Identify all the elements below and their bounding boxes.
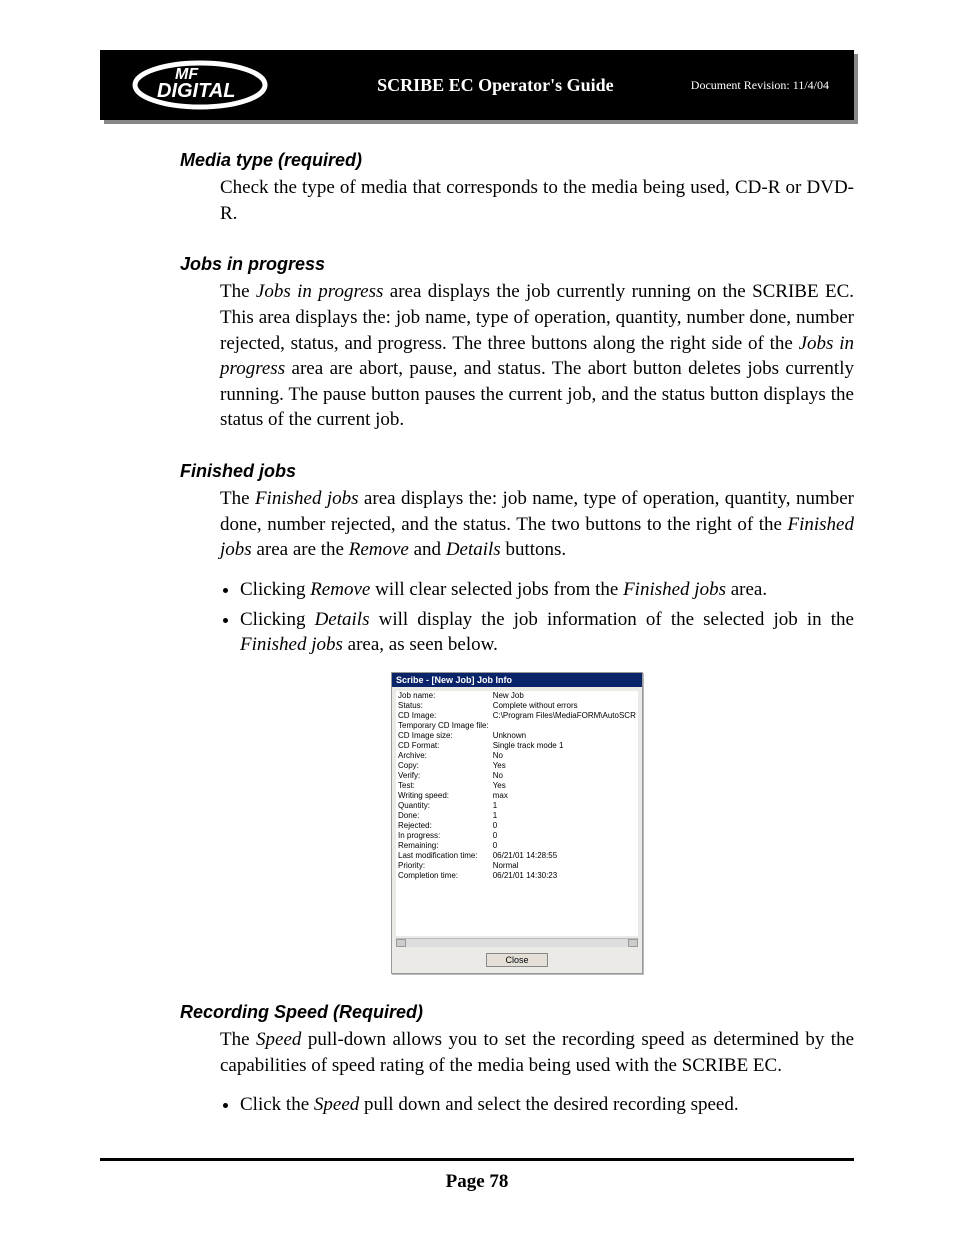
heading-media-type: Media type (required) bbox=[180, 150, 854, 171]
table-row: Archive:No bbox=[396, 751, 638, 761]
content: Media type (required) Check the type of … bbox=[100, 150, 854, 1118]
table-row: In progress:0 bbox=[396, 831, 638, 841]
table-row: Writing speed:max bbox=[396, 791, 638, 801]
table-row: Quantity:1 bbox=[396, 801, 638, 811]
table-row: Copy:Yes bbox=[396, 761, 638, 771]
list-item: Clicking Details will display the job in… bbox=[240, 607, 854, 658]
table-row: Done:1 bbox=[396, 811, 638, 821]
table-row: Last modification time:06/21/01 14:28:55 bbox=[396, 851, 638, 861]
page-number: Page 78 bbox=[100, 1171, 854, 1193]
header-bar: MF DIGITAL SCRIBE EC Operator's Guide Do… bbox=[100, 50, 854, 120]
table-row: Completion time:06/21/01 14:30:23 bbox=[396, 871, 638, 881]
job-info-dialog: Scribe - [New Job] Job Info Job name:New… bbox=[391, 672, 643, 974]
table-row: Rejected:0 bbox=[396, 821, 638, 831]
text-finished-jobs: The Finished jobs area displays the: job… bbox=[220, 486, 854, 563]
table-row: Job name:New Job bbox=[396, 691, 638, 701]
dialog-scrollbar[interactable] bbox=[396, 938, 638, 947]
dialog-title: Scribe - [New Job] Job Info bbox=[392, 673, 642, 687]
logo: MF DIGITAL bbox=[100, 57, 300, 113]
heading-recording-speed: Recording Speed (Required) bbox=[180, 1002, 854, 1023]
table-row: Priority:Normal bbox=[396, 861, 638, 871]
logo-text-bottom: DIGITAL bbox=[157, 80, 236, 102]
table-row: CD Image size:Unknown bbox=[396, 731, 638, 741]
table-row: Remaining:0 bbox=[396, 841, 638, 851]
page: MF DIGITAL SCRIBE EC Operator's Guide Do… bbox=[0, 0, 954, 1233]
footer-rule bbox=[100, 1158, 854, 1161]
heading-finished-jobs: Finished jobs bbox=[180, 461, 854, 482]
table-row: Test:Yes bbox=[396, 781, 638, 791]
text-recording-speed: The Speed pull-down allows you to set th… bbox=[220, 1027, 854, 1078]
doc-title: SCRIBE EC Operator's Guide bbox=[300, 75, 691, 96]
table-row: CD Format:Single track mode 1 bbox=[396, 741, 638, 751]
dialog-body: Job name:New JobStatus:Complete without … bbox=[392, 687, 642, 973]
text-media-type: Check the type of media that corresponds… bbox=[220, 175, 854, 226]
heading-jobs-in-progress: Jobs in progress bbox=[180, 254, 854, 275]
text-jobs-in-progress: The Jobs in progress area displays the j… bbox=[220, 279, 854, 433]
finished-jobs-bullets: Clicking Remove will clear selected jobs… bbox=[240, 577, 854, 658]
table-row: Verify:No bbox=[396, 771, 638, 781]
job-info-table: Job name:New JobStatus:Complete without … bbox=[396, 691, 638, 936]
recording-speed-bullets: Click the Speed pull down and select the… bbox=[240, 1092, 854, 1118]
list-item: Clicking Remove will clear selected jobs… bbox=[240, 577, 854, 603]
table-row: Status:Complete without errors bbox=[396, 701, 638, 711]
table-row: CD Image:C:\Program Files\MediaFORM\Auto… bbox=[396, 711, 638, 721]
list-item: Click the Speed pull down and select the… bbox=[240, 1092, 854, 1118]
doc-revision: Document Revision: 11/4/04 bbox=[691, 78, 854, 93]
table-row: Temporary CD Image file: bbox=[396, 721, 638, 731]
close-button[interactable]: Close bbox=[486, 953, 548, 967]
